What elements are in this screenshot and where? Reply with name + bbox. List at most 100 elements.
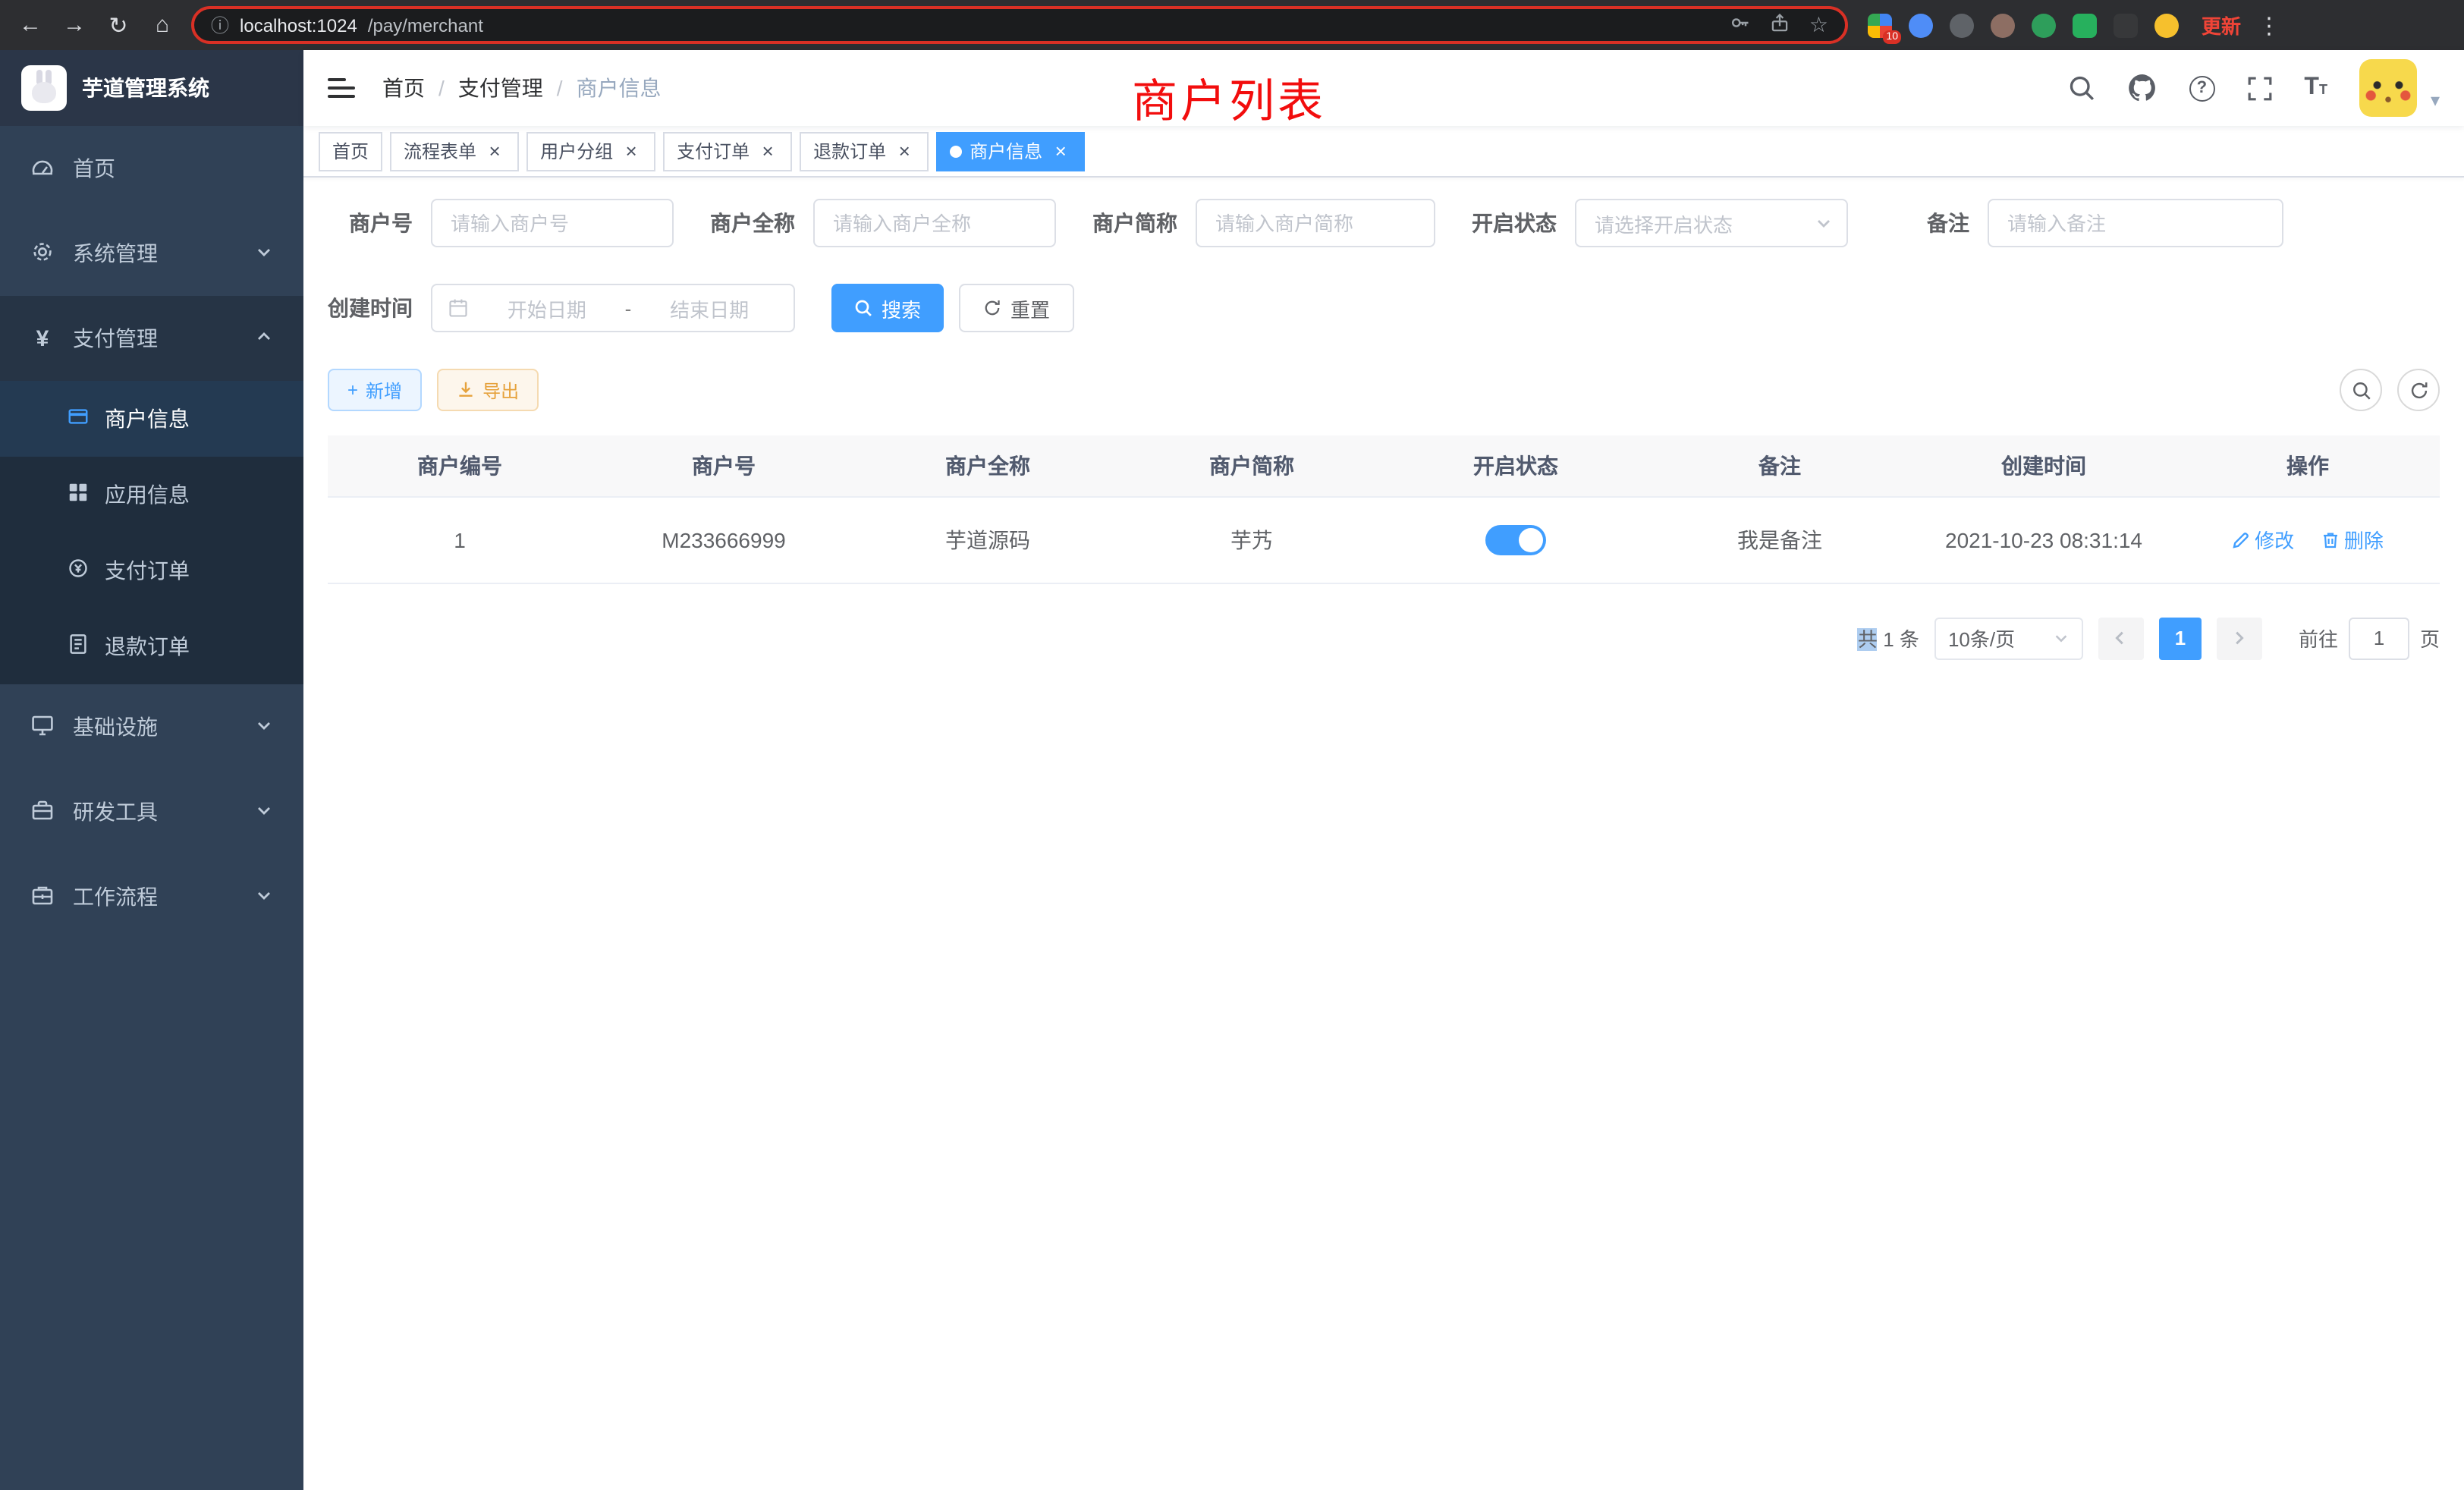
merchant-no-input[interactable] — [431, 199, 674, 247]
extension-icon-3[interactable] — [1950, 13, 1974, 37]
extension-icon-8[interactable] — [2154, 13, 2179, 37]
browser-back-button[interactable]: ← — [15, 8, 46, 42]
sidebar-item-pay-order[interactable]: 支付订单 — [0, 533, 303, 608]
browser-toolbar: ← → ↻ ⌂ ⓘ localhost:1024/pay/merchant ☆ … — [0, 0, 2464, 50]
sidebar-item-infrastructure[interactable]: 基础设施 — [0, 684, 303, 769]
page-number-1[interactable]: 1 — [2159, 617, 2202, 659]
prev-page-button[interactable] — [2098, 617, 2144, 659]
short-name-input[interactable] — [1196, 199, 1435, 247]
share-icon[interactable] — [1770, 12, 1791, 38]
sidebar: 芋道管理系统 首页 系统管理 ¥ 支付管理 — [0, 50, 303, 1490]
browser-forward-button[interactable]: → — [59, 8, 90, 42]
breadcrumb-separator: / — [438, 76, 445, 100]
col-merchant-no: 商户号 — [592, 435, 856, 496]
show-search-button[interactable] — [2340, 369, 2382, 411]
github-icon[interactable] — [2126, 73, 2157, 103]
right-toolbar — [2340, 369, 2440, 411]
tab-refund-order[interactable]: 退款订单 × — [800, 131, 929, 171]
close-icon[interactable]: × — [894, 140, 915, 162]
chevron-right-icon — [2231, 630, 2248, 646]
chevron-down-icon — [255, 800, 273, 824]
help-icon[interactable]: ? — [2189, 75, 2214, 101]
page-size-select[interactable]: 10条/页 — [1934, 617, 2083, 659]
close-icon[interactable]: × — [621, 140, 642, 162]
sidebar-item-dev-tools[interactable]: 研发工具 — [0, 769, 303, 854]
pagination-total: 共 1 条 — [1858, 624, 1919, 652]
browser-menu-icon[interactable]: ⋮ — [2258, 11, 2280, 39]
next-page-button[interactable] — [2217, 617, 2262, 659]
sidebar-item-payment[interactable]: ¥ 支付管理 — [0, 296, 303, 381]
full-name-input[interactable] — [813, 199, 1056, 247]
browser-reload-button[interactable]: ↻ — [103, 8, 134, 42]
breadcrumb-payment[interactable]: 支付管理 — [458, 73, 543, 103]
search-icon[interactable] — [2067, 74, 2095, 102]
pencil-icon — [2232, 530, 2250, 549]
extension-icon-4[interactable] — [1991, 13, 2015, 37]
search-button[interactable]: 搜索 — [831, 284, 944, 332]
col-status: 开启状态 — [1384, 435, 1648, 496]
browser-home-button[interactable]: ⌂ — [147, 8, 178, 42]
user-avatar[interactable] — [2359, 59, 2417, 117]
download-icon — [457, 381, 475, 399]
status-select[interactable]: 请选择开启状态 — [1575, 199, 1848, 247]
status-label: 开启状态 — [1472, 208, 1557, 238]
extension-icon-2[interactable] — [1909, 13, 1933, 37]
breadcrumb-home[interactable]: 首页 — [382, 73, 425, 103]
bookmark-star-icon[interactable]: ☆ — [1809, 12, 1828, 38]
col-remark: 备注 — [1648, 435, 1912, 496]
export-button[interactable]: 导出 — [437, 369, 539, 411]
site-info-icon[interactable]: ⓘ — [211, 12, 229, 38]
navbar-actions: ? TT ▾ — [2067, 59, 2440, 117]
gear-icon — [30, 239, 55, 268]
grid-icon — [67, 481, 90, 508]
tab-process-form[interactable]: 流程表单 × — [390, 131, 519, 171]
col-merchant-id: 商户编号 — [328, 435, 592, 496]
browser-update-button[interactable]: 更新 — [2202, 11, 2241, 39]
sidebar-item-home[interactable]: 首页 — [0, 126, 303, 211]
chevron-down-icon — [255, 715, 273, 739]
close-icon[interactable]: × — [757, 140, 778, 162]
toolbox-icon — [30, 797, 55, 826]
cell-full-name: 芋道源码 — [856, 496, 1120, 583]
app-logo[interactable]: 芋道管理系统 — [0, 50, 303, 126]
annotation-merchant-list: 商户列表 — [1132, 64, 1326, 130]
breadcrumb-current: 商户信息 — [577, 73, 662, 103]
font-size-icon[interactable]: TT — [2304, 76, 2327, 100]
close-icon[interactable]: × — [1050, 140, 1071, 162]
extension-icon-1[interactable]: 10 — [1868, 13, 1892, 37]
sidebar-item-system[interactable]: 系统管理 — [0, 211, 303, 296]
date-range-picker[interactable]: 开始日期 - 结束日期 — [431, 284, 795, 332]
tab-user-group[interactable]: 用户分组 × — [526, 131, 655, 171]
sidebar-item-merchant-info[interactable]: 商户信息 — [0, 381, 303, 457]
delete-link[interactable]: 删除 — [2321, 525, 2384, 554]
extension-icon-6[interactable] — [2073, 13, 2097, 37]
tab-home[interactable]: 首页 — [319, 131, 382, 171]
tab-pay-order[interactable]: 支付订单 × — [663, 131, 792, 171]
coin-icon — [67, 557, 90, 584]
caret-down-icon[interactable]: ▾ — [2431, 90, 2440, 111]
reset-button[interactable]: 重置 — [959, 284, 1074, 332]
chevron-left-icon — [2113, 630, 2129, 646]
add-button[interactable]: + 新增 — [328, 369, 422, 411]
goto-page-input[interactable] — [2349, 617, 2409, 659]
password-key-icon[interactable] — [1730, 12, 1752, 38]
close-icon[interactable]: × — [484, 140, 505, 162]
sidebar-item-app-info[interactable]: 应用信息 — [0, 457, 303, 533]
address-bar[interactable]: ⓘ localhost:1024/pay/merchant ☆ — [191, 6, 1848, 44]
cell-merchant-id: 1 — [328, 496, 592, 583]
tab-merchant-info[interactable]: 商户信息 × — [936, 131, 1085, 171]
refresh-table-button[interactable] — [2397, 369, 2440, 411]
breadcrumb-separator: / — [557, 76, 563, 100]
hamburger-icon[interactable] — [328, 76, 355, 100]
extension-icon-5[interactable] — [2032, 13, 2056, 37]
document-icon — [67, 633, 90, 660]
edit-link[interactable]: 修改 — [2232, 525, 2294, 554]
extension-icon-7[interactable] — [2114, 13, 2138, 37]
sidebar-item-refund-order[interactable]: 退款订单 — [0, 608, 303, 684]
create-time-label: 创建时间 — [328, 293, 413, 323]
sidebar-item-workflow[interactable]: 工作流程 — [0, 854, 303, 939]
remark-input[interactable] — [1988, 199, 2283, 247]
fullscreen-icon[interactable] — [2246, 75, 2272, 101]
status-toggle[interactable] — [1485, 524, 1546, 555]
main-area: 商户列表 首页 / 支付管理 / 商户信息 — [303, 50, 2464, 1490]
